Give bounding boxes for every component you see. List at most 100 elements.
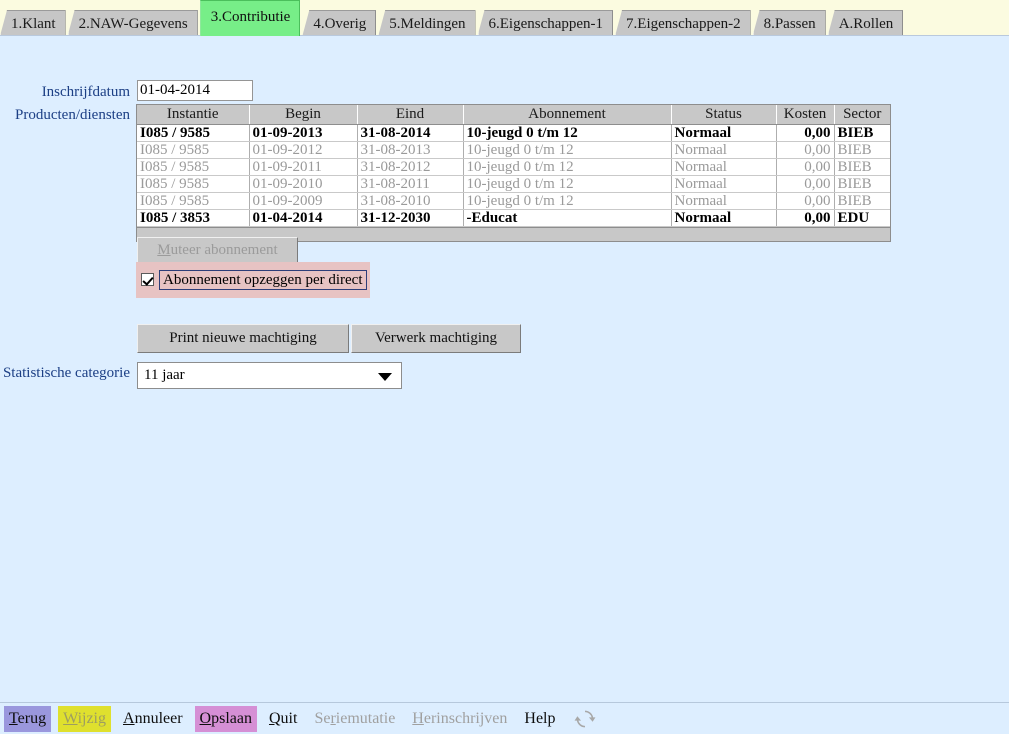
table-cell: BIEB bbox=[834, 158, 890, 176]
tab-1-klant[interactable]: 1.Klant bbox=[0, 10, 66, 36]
table-cell: BIEB bbox=[834, 175, 890, 193]
column-header[interactable]: Sector bbox=[834, 105, 890, 125]
print-nieuwe-machtiging-button[interactable]: Print nieuwe machtiging bbox=[137, 324, 349, 353]
table-cell: Normaal bbox=[671, 192, 777, 210]
table-cell: 01-09-2009 bbox=[249, 192, 358, 210]
toolbar-seriemutatie[interactable]: Seriemutatie bbox=[309, 706, 400, 732]
column-header[interactable]: Instantie bbox=[137, 105, 250, 125]
column-header[interactable]: Status bbox=[671, 105, 777, 125]
table-cell: 0,00 bbox=[776, 158, 835, 176]
table-cell: 01-04-2014 bbox=[249, 209, 358, 227]
table-row[interactable]: I085 / 9585 01-09-2009 31-08-2010 10-jeugd … bbox=[137, 192, 890, 210]
toolbar-mnemonic: W bbox=[63, 709, 78, 727]
toolbar-terug[interactable]: Terug bbox=[4, 705, 52, 732]
tab-label: A.Rollen bbox=[838, 16, 894, 32]
tab-7-eigenschappen-2[interactable]: 7.Eigenschappen-2 bbox=[615, 10, 751, 36]
table-cell: Normaal bbox=[671, 158, 777, 176]
table-row[interactable]: I085 / 9585 01-09-2011 31-08-2012 10-jeugd … bbox=[137, 158, 890, 176]
muteer-abonnement-button[interactable]: Muteer abonnement bbox=[137, 237, 298, 264]
toolbar-label-post: uit bbox=[280, 709, 298, 727]
table-cell: 10-jeugd 0 t/m 12 bbox=[463, 124, 672, 142]
tab-4-overig[interactable]: 4.Overig bbox=[302, 10, 377, 36]
grid-body: I085 / 9585 01-09-2013 31-08-2014 10-jeugd … bbox=[137, 124, 890, 227]
tab-label: 6.Eigenschappen-1 bbox=[488, 16, 604, 32]
table-cell: Normaal bbox=[671, 209, 777, 227]
column-header[interactable]: Begin bbox=[249, 105, 358, 125]
contributie-panel: Inschrijfdatum Producten/diensten Instan… bbox=[0, 36, 1009, 702]
table-cell: 10-jeugd 0 t/m 12 bbox=[463, 175, 672, 193]
table-cell: EDU bbox=[834, 209, 890, 227]
toolbar-label-pre: Se bbox=[314, 709, 331, 727]
statistische-categorie-select[interactable]: 11 jaar bbox=[137, 362, 402, 389]
muteer-label-rest: uteer abonnement bbox=[170, 242, 278, 258]
producten-diensten-table[interactable]: Instantie Begin Eind Abonnement Status Kosten… bbox=[136, 104, 891, 242]
chevron-down-icon[interactable] bbox=[378, 373, 392, 381]
table-cell: BIEB bbox=[834, 192, 890, 210]
tab-label: 5.Meldingen bbox=[389, 16, 466, 32]
tab-label: 3.Contributie bbox=[210, 9, 291, 25]
column-header[interactable]: Abonnement bbox=[463, 105, 672, 125]
table-row[interactable]: I085 / 9585 01-09-2012 31-08-2013 10-jeugd … bbox=[137, 141, 890, 159]
tab-label: 4.Overig bbox=[313, 16, 367, 32]
table-cell: 31-08-2012 bbox=[357, 158, 464, 176]
toolbar-label-post: iemutatie bbox=[335, 709, 396, 727]
table-cell: 01-09-2010 bbox=[249, 175, 358, 193]
toolbar-herinschrijven[interactable]: Herinschrijven bbox=[407, 706, 512, 732]
toolbar-annuleer[interactable]: Annuleer bbox=[118, 706, 188, 732]
tab-5-meldingen[interactable]: 5.Meldingen bbox=[378, 10, 476, 36]
toolbar-label-post: erinschrijven bbox=[423, 709, 508, 727]
tab-2-naw-gegevens[interactable]: 2.NAW-Gegevens bbox=[67, 10, 198, 36]
toolbar-mnemonic: T bbox=[9, 709, 18, 727]
toolbar-items: Terug Wijzig Annuleer Opslaan Quit Seriemutat… bbox=[4, 703, 596, 734]
tab-label: 2.NAW-Gegevens bbox=[78, 16, 188, 32]
table-cell: 10-jeugd 0 t/m 12 bbox=[463, 192, 672, 210]
column-header[interactable]: Kosten bbox=[776, 105, 835, 125]
table-cell: 0,00 bbox=[776, 192, 835, 210]
abonnement-opzeggen-checkbox-row[interactable]: Abonnement opzeggen per direct bbox=[141, 269, 367, 290]
tab-3-contributie[interactable]: 3.Contributie bbox=[199, 0, 301, 36]
table-cell: I085 / 9585 bbox=[137, 192, 250, 210]
inschrijfdatum-label: Inschrijfdatum bbox=[41, 84, 130, 100]
tab-8-passen[interactable]: 8.Passen bbox=[752, 10, 826, 36]
table-cell: 31-08-2013 bbox=[357, 141, 464, 159]
toolbar-mnemonic: Q bbox=[268, 709, 281, 727]
grid-header-row: Instantie Begin Eind Abonnement Status Kosten… bbox=[137, 105, 890, 125]
abonnement-opzeggen-label[interactable]: Abonnement opzeggen per direct bbox=[159, 269, 367, 290]
table-cell: 31-12-2030 bbox=[357, 209, 464, 227]
toolbar-label-post: pslaan bbox=[211, 709, 252, 727]
tab-6-eigenschappen-1[interactable]: 6.Eigenschappen-1 bbox=[477, 10, 614, 36]
table-cell: 31-08-2010 bbox=[357, 192, 464, 210]
table-row[interactable]: I085 / 9585 01-09-2013 31-08-2014 10-jeugd … bbox=[137, 124, 890, 142]
toolbar-wijzig[interactable]: Wijzig bbox=[58, 705, 111, 732]
table-cell: 0,00 bbox=[776, 175, 835, 193]
toolbar-help[interactable]: Help bbox=[519, 706, 560, 732]
toolbar-mnemonic: A bbox=[123, 709, 135, 727]
table-row[interactable]: I085 / 9585 01-09-2010 31-08-2011 10-jeugd … bbox=[137, 175, 890, 193]
toolbar-opslaan[interactable]: Opslaan bbox=[194, 705, 257, 732]
inschrijfdatum-input[interactable] bbox=[137, 80, 253, 101]
table-cell: 31-08-2011 bbox=[357, 175, 464, 193]
muteer-mnemonic: M bbox=[157, 242, 171, 258]
verwerk-machtiging-button[interactable]: Verwerk machtiging bbox=[351, 324, 521, 353]
statistische-categorie-label: Statistische categorie bbox=[2, 365, 130, 381]
producten-diensten-label: Producten/diensten bbox=[15, 107, 130, 123]
table-cell: Normaal bbox=[671, 124, 777, 142]
toolbar-label-post: nnuleer bbox=[134, 709, 183, 727]
table-cell: 01-09-2011 bbox=[249, 158, 358, 176]
tab-a-rollen[interactable]: A.Rollen bbox=[827, 10, 904, 36]
checkbox-checked-icon[interactable] bbox=[141, 273, 154, 286]
table-cell: -Educat bbox=[463, 209, 672, 227]
bottom-toolbar: Terug Wijzig Annuleer Opslaan Quit Seriemutat… bbox=[0, 703, 1009, 734]
tab-strip: 1.Klant 2.NAW-Gegevens 3.Contributie 4.Over… bbox=[0, 0, 905, 36]
toolbar-label-post: erug bbox=[17, 709, 47, 727]
toolbar-mnemonic: O bbox=[199, 709, 212, 727]
grid-header: Instantie Begin Eind Abonnement Status Kosten… bbox=[137, 105, 890, 125]
table-cell: I085 / 3853 bbox=[137, 209, 250, 227]
table-cell: Normaal bbox=[671, 175, 777, 193]
toolbar-quit[interactable]: Quit bbox=[264, 706, 302, 732]
table-cell: I085 / 9585 bbox=[137, 124, 250, 142]
column-header[interactable]: Eind bbox=[357, 105, 464, 125]
table-row[interactable]: I085 / 3853 01-04-2014 31-12-2030 -Educat No… bbox=[137, 209, 890, 227]
table-cell: 10-jeugd 0 t/m 12 bbox=[463, 141, 672, 159]
refresh-icon[interactable] bbox=[574, 708, 596, 730]
